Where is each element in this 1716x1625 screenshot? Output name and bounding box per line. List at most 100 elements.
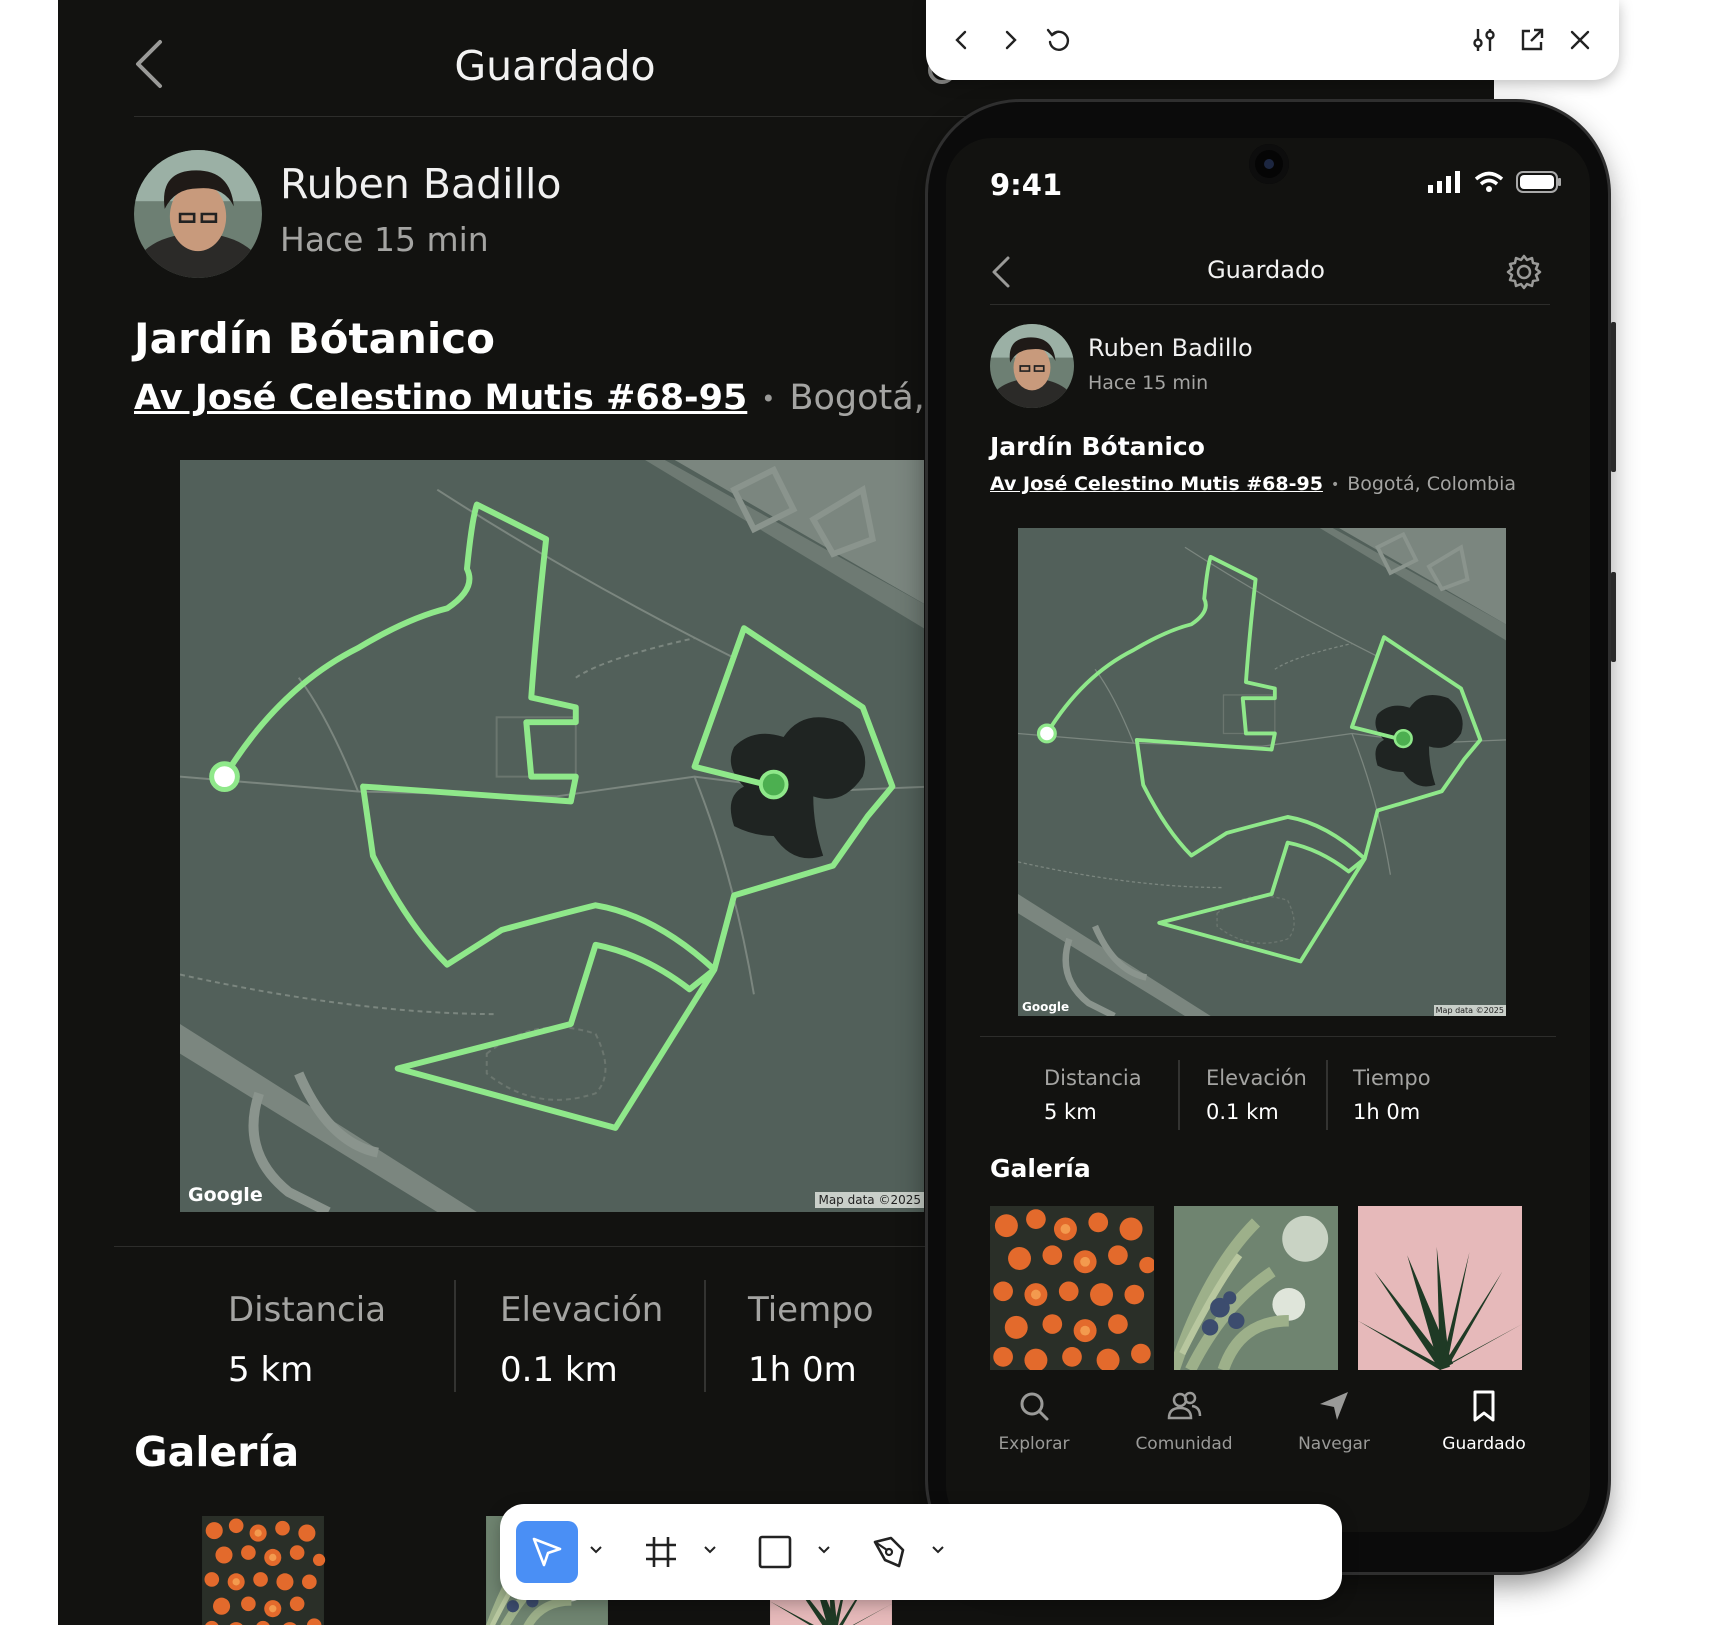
signal-icon <box>1428 171 1460 193</box>
header-divider <box>990 304 1550 305</box>
phone-screen: 9:41 Guardado Ruben Badillo Hace 15 min … <box>946 138 1590 1532</box>
design-toolbar <box>500 1504 1342 1600</box>
gallery-photo-flowers[interactable] <box>136 1516 390 1625</box>
stat-distance: Distancia 5 km <box>228 1290 386 1390</box>
map-data-label: Map data ©2025 <box>815 1192 924 1208</box>
back-arrow-icon[interactable] <box>988 252 1014 292</box>
stat-label: Distancia <box>228 1290 387 1330</box>
stat-elevation: Elevación 0.1 km <box>1206 1066 1307 1124</box>
user-avatar <box>990 324 1074 408</box>
preview-open-external-button[interactable] <box>1514 22 1550 58</box>
navigation-arrow-icon <box>1320 1392 1348 1420</box>
preview-forward-button[interactable] <box>992 22 1028 58</box>
stat-value: 1h 0m <box>1353 1100 1421 1124</box>
stat-distance: Distancia 5 km <box>1044 1066 1142 1124</box>
chevron-down-icon[interactable] <box>588 1542 604 1558</box>
gallery-photo-flowers[interactable] <box>990 1206 1154 1370</box>
tab-comunidad[interactable]: Comunidad <box>1109 1388 1259 1454</box>
phone-mockup: 9:41 Guardado Ruben Badillo Hace 15 min … <box>928 102 1616 1572</box>
chevron-down-icon[interactable] <box>930 1542 946 1558</box>
stat-label: Tiempo <box>748 1290 874 1330</box>
rectangle-tool-button[interactable] <box>744 1521 806 1583</box>
header-title: Guardado <box>1207 256 1325 284</box>
stat-label: Tiempo <box>1353 1066 1431 1090</box>
stat-label: Distancia <box>1044 1066 1142 1090</box>
front-camera <box>1249 144 1289 184</box>
sliders-icon <box>1473 29 1495 51</box>
pen-icon <box>873 1536 905 1568</box>
search-icon <box>1020 1392 1049 1421</box>
status-time: 9:41 <box>990 168 1063 202</box>
google-logo: Google <box>1022 1000 1070 1014</box>
tab-explorar[interactable]: Explorar <box>959 1388 1109 1454</box>
pen-tool-button[interactable] <box>858 1521 920 1583</box>
place-title: Jardín Bótanico <box>990 432 1205 461</box>
bottom-tab-bar: Explorar Comunidad Navegar Guardado <box>946 1388 1590 1488</box>
reload-icon <box>1046 28 1070 51</box>
preview-back-button[interactable] <box>944 22 980 58</box>
tab-guardado[interactable]: Guardado <box>1409 1388 1559 1454</box>
route-map[interactable]: Google Map data ©2025 <box>180 460 924 1212</box>
preview-settings-button[interactable] <box>1466 22 1502 58</box>
tab-label: Comunidad <box>1135 1434 1233 1454</box>
route-map-graphic <box>180 460 924 1212</box>
gallery-photo-juniper[interactable] <box>1174 1206 1338 1370</box>
route-map[interactable]: Google Map data ©2025 <box>1018 528 1506 1016</box>
volume-button <box>1611 572 1616 662</box>
people-icon <box>1167 1391 1202 1420</box>
open-external-icon <box>1521 28 1544 51</box>
gear-icon[interactable] <box>1504 252 1544 292</box>
background-header-title: Guardado <box>454 42 656 90</box>
close-icon <box>1570 30 1590 50</box>
chevron-down-icon[interactable] <box>816 1542 832 1558</box>
tab-navegar[interactable]: Navegar <box>1259 1388 1409 1454</box>
address-link[interactable]: Av José Celestino Mutis #68-95 <box>134 378 747 418</box>
stat-value: 1h 0m <box>748 1350 857 1390</box>
address-row: Av José Celestino Mutis #68-95 • Bogotá, C… <box>990 473 1516 495</box>
city-label: Bogotá, Colombia <box>789 378 934 418</box>
power-button <box>1611 322 1616 472</box>
frame-icon <box>646 1537 676 1567</box>
google-logo: Google <box>188 1184 263 1206</box>
map-data-label: Map data ©2025 <box>1433 1005 1506 1016</box>
cursor-icon <box>532 1537 562 1567</box>
wifi-icon <box>1474 171 1504 192</box>
bookmark-icon <box>1473 1390 1495 1422</box>
battery-icon <box>1516 171 1561 193</box>
stat-value: 5 km <box>1044 1100 1097 1124</box>
preview-close-button[interactable] <box>1562 22 1598 58</box>
stat-value: 0.1 km <box>500 1350 618 1390</box>
user-name: Ruben Badillo <box>280 160 562 208</box>
stat-label: Elevación <box>1206 1066 1307 1090</box>
separator-dot: • <box>761 385 776 413</box>
chevron-left-icon <box>955 30 967 50</box>
post-time: Hace 15 min <box>280 220 489 259</box>
stat-label: Elevación <box>500 1290 664 1330</box>
stat-elevation: Elevación 0.1 km <box>500 1290 663 1390</box>
chevron-right-icon <box>1005 30 1017 50</box>
frame-tool-button[interactable] <box>630 1521 692 1583</box>
tab-label: Guardado <box>1442 1434 1526 1454</box>
rectangle-icon <box>758 1535 792 1569</box>
preview-reload-button[interactable] <box>1040 22 1076 58</box>
stat-divider <box>1178 1060 1180 1130</box>
city-label: Bogotá, Colombia <box>1347 473 1517 495</box>
user-name: Ruben Badillo <box>1088 334 1253 362</box>
stat-divider <box>454 1280 456 1392</box>
address-link[interactable]: Av José Celestino Mutis #68-95 <box>990 473 1323 495</box>
address-row: Av José Celestino Mutis #68-95 • Bogotá, C… <box>134 378 934 428</box>
move-tool-button[interactable] <box>516 1521 578 1583</box>
status-icons <box>1428 170 1562 194</box>
separator-dot: • <box>1330 476 1340 493</box>
chevron-down-icon[interactable] <box>702 1542 718 1558</box>
tab-label: Explorar <box>998 1434 1070 1454</box>
gallery-title: Galería <box>134 1428 300 1476</box>
stat-value: 5 km <box>228 1350 314 1390</box>
stat-divider <box>1326 1060 1328 1130</box>
preview-toolbar <box>926 0 1619 80</box>
back-arrow-icon[interactable] <box>130 36 170 92</box>
gallery-photo-palm[interactable] <box>1358 1206 1522 1370</box>
place-title: Jardín Bótanico <box>134 314 495 363</box>
user-avatar <box>134 150 262 278</box>
stat-time: Tiempo 1h 0m <box>748 1290 874 1390</box>
